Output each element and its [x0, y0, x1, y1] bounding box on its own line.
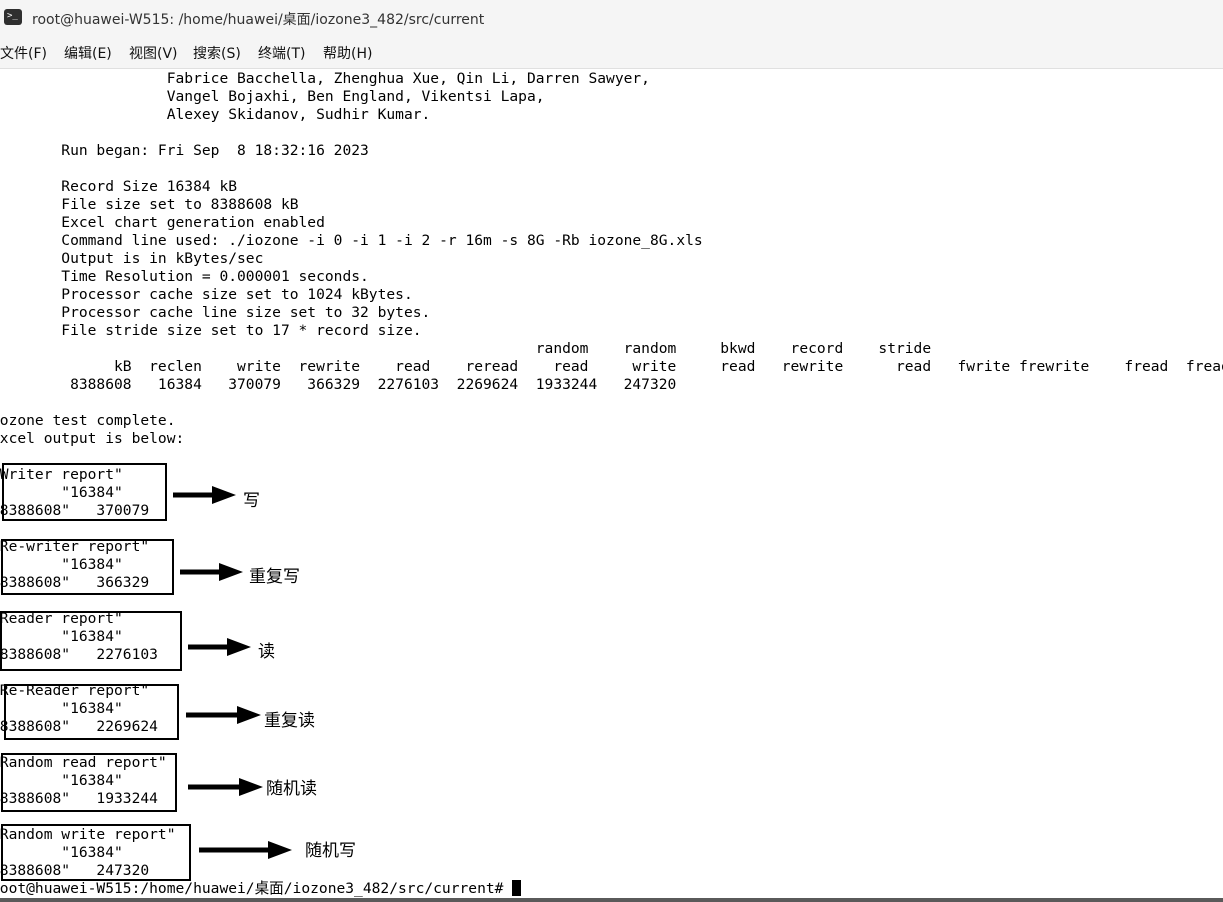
highlight-box: [2, 463, 167, 521]
prompt-text: root@huawei-W515:/home/huawei/桌面/iozone3…: [0, 880, 513, 897]
setting-line: Time Resolution = 0.000001 seconds.: [0, 268, 369, 285]
credits-line: Fabrice Bacchella, Zhenghua Xue, Qin Li,…: [0, 70, 650, 87]
annotation-label: 重复写: [249, 567, 300, 587]
credits-line: Vangel Bojaxhi, Ben England, Vikentsi La…: [0, 88, 545, 105]
terminal-icon: >_: [4, 9, 22, 25]
highlight-box: [1, 539, 174, 595]
highlight-box: [4, 684, 179, 740]
text-cursor: [512, 880, 522, 896]
annotation-label: 写: [243, 491, 260, 511]
setting-line: Processor cache size set to 1024 kBytes.: [0, 286, 413, 303]
highlight-box: [1, 753, 177, 812]
setting-line: Output is in kBytes/sec: [0, 250, 264, 267]
terminal-output[interactable]: Fabrice Bacchella, Zhenghua Xue, Qin Li,…: [0, 69, 1223, 899]
arrow-icon: [180, 563, 243, 581]
annotation-label: 随机写: [305, 841, 356, 861]
table-data-row: 8388608 16384 370079 366329 2276103 2269…: [0, 376, 677, 393]
annotation-label: 读: [258, 642, 275, 662]
title-bar: >_ root@huawei-W515: /home/huawei/桌面/ioz…: [0, 0, 1223, 36]
command-line: Command line used: ./iozone -i 0 -i 1 -i…: [0, 232, 703, 249]
menu-view[interactable]: 视图(V): [129, 43, 178, 63]
arrow-icon: [188, 778, 263, 796]
window-title: root@huawei-W515: /home/huawei/桌面/iozone…: [32, 12, 485, 28]
run-began-line: Run began: Fri Sep 8 18:32:16 2023: [0, 142, 369, 159]
menu-help[interactable]: 帮助(H): [323, 43, 372, 63]
setting-line: Excel chart generation enabled: [0, 214, 325, 231]
shell-prompt[interactable]: root@huawei-W515:/home/huawei/桌面/iozone3…: [0, 880, 522, 898]
setting-line: Processor cache line size set to 32 byte…: [0, 304, 431, 321]
annotation-label: 重复读: [264, 711, 315, 731]
highlight-box: [1, 824, 191, 881]
arrow-icon: [186, 706, 261, 724]
table-header-row: kB reclen write rewrite read reread read…: [0, 358, 1223, 375]
arrow-icon: [199, 841, 292, 859]
setting-line: Record Size 16384 kB: [0, 178, 238, 195]
arrow-icon: [188, 638, 251, 656]
menu-search[interactable]: 搜索(S): [193, 43, 241, 63]
highlight-box: [0, 611, 182, 671]
setting-line: File stride size set to 17 * record size…: [0, 322, 422, 339]
setting-line: File size set to 8388608 kB: [0, 196, 299, 213]
annotation-label: 随机读: [266, 779, 317, 799]
excel-note: Excel output is below:: [0, 430, 185, 447]
table-header-row: random random bkwd record stride: [0, 340, 1223, 357]
menu-terminal[interactable]: 终端(T): [258, 43, 305, 63]
arrow-icon: [173, 486, 236, 504]
menu-edit[interactable]: 编辑(E): [64, 43, 112, 63]
menu-file[interactable]: 文件(F): [0, 43, 47, 63]
menu-bar: 文件(F) 编辑(E) 视图(V) 搜索(S) 终端(T) 帮助(H): [0, 36, 1223, 69]
window-bottom-edge: [0, 898, 1223, 902]
credits-line: Alexey Skidanov, Sudhir Kumar.: [0, 106, 431, 123]
complete-message: iozone test complete.: [0, 412, 176, 429]
